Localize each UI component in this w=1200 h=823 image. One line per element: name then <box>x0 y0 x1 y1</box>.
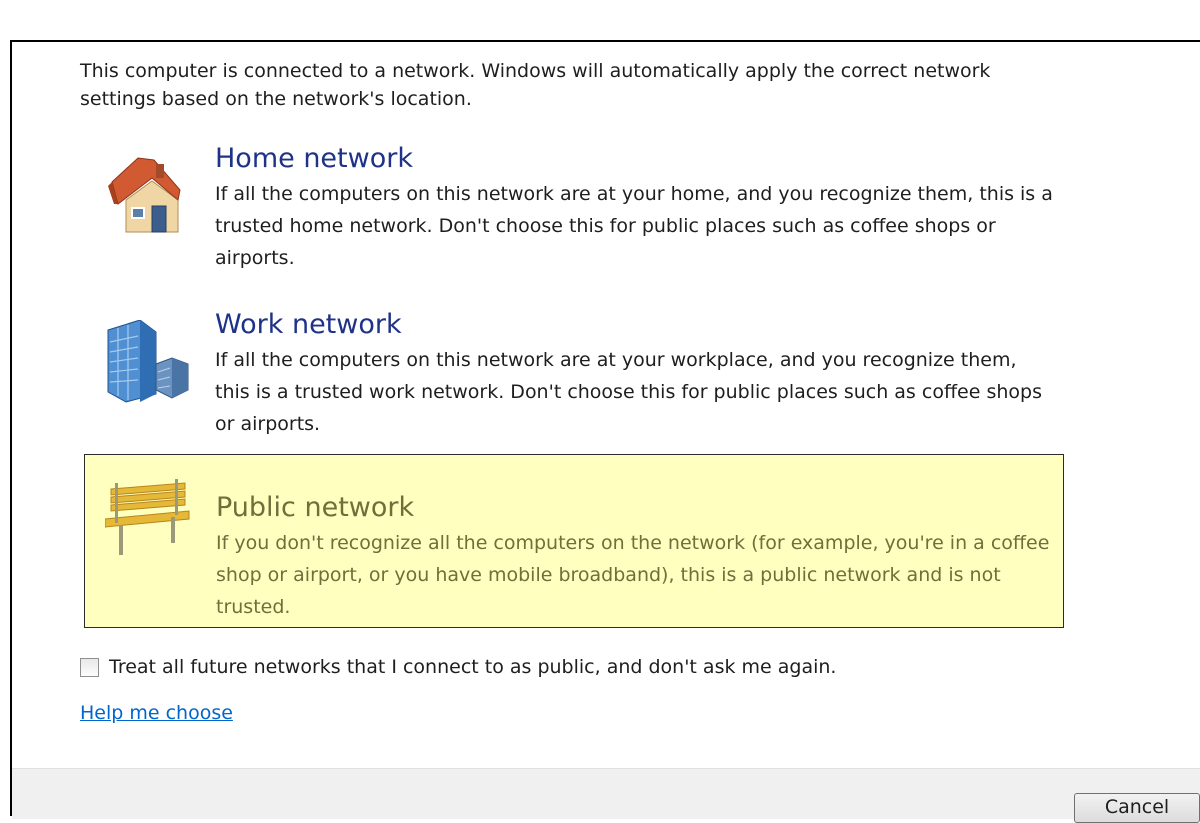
home-network-option[interactable]: Home network If all the computers on thi… <box>84 142 1064 316</box>
work-network-title: Work network <box>215 309 402 340</box>
public-network-option[interactable]: Public network If you don't recognize al… <box>84 454 1064 628</box>
home-network-title: Home network <box>215 143 413 174</box>
network-location-dialog: This computer is connected to a network.… <box>10 40 1200 823</box>
treat-as-public-label[interactable]: Treat all future networks that I connect… <box>109 656 836 678</box>
work-network-description: If all the computers on this network are… <box>215 349 1042 435</box>
treat-as-public-row[interactable]: Treat all future networks that I connect… <box>80 654 836 680</box>
office-building-icon <box>104 319 190 406</box>
treat-as-public-checkbox[interactable] <box>80 657 99 677</box>
park-bench-icon <box>104 479 191 565</box>
dialog-footer: Cancel <box>12 768 1200 823</box>
intro-text: This computer is connected to a network.… <box>80 60 991 110</box>
public-network-description: If you don't recognize all the computers… <box>216 532 1050 618</box>
cancel-button[interactable]: Cancel <box>1074 793 1200 823</box>
house-icon <box>104 154 190 240</box>
help-me-choose-link[interactable]: Help me choose <box>80 702 233 724</box>
public-network-title: Public network <box>216 492 415 523</box>
home-network-description: If all the computers on this network are… <box>215 183 1053 269</box>
